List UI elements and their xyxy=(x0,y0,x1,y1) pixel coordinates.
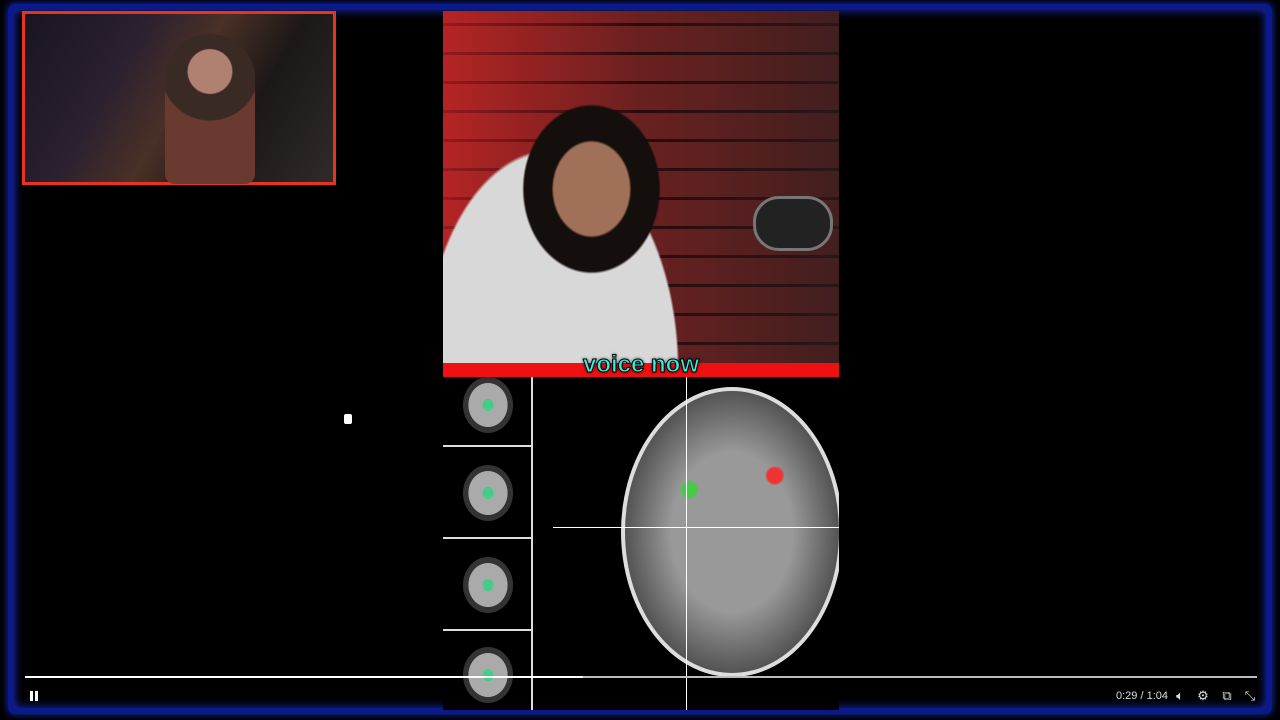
crosshair xyxy=(553,527,839,528)
microphone xyxy=(753,196,833,251)
progress-bar[interactable] xyxy=(25,676,1257,678)
video-top-scene xyxy=(443,11,839,371)
scan-thumbnails xyxy=(443,377,533,710)
subtitle: voice now xyxy=(582,351,700,379)
scan-thumb xyxy=(463,465,513,521)
podcast-guest xyxy=(443,91,713,371)
streamer-figure xyxy=(165,34,255,184)
scan-thumb xyxy=(463,377,513,433)
divider xyxy=(443,537,533,539)
crosshair xyxy=(686,377,687,710)
divider xyxy=(443,445,533,447)
gear-icon[interactable]: ⚙︎ xyxy=(1195,686,1211,706)
volume-icon[interactable]: 🔈︎ xyxy=(1172,686,1188,706)
progress-fill xyxy=(25,676,584,678)
miniplayer-icon[interactable]: ⧉ xyxy=(1219,686,1235,706)
scan-thumb xyxy=(463,557,513,613)
exit-fullscreen-icon[interactable]: ⤡ xyxy=(1242,686,1258,706)
divider xyxy=(443,629,533,631)
video-player[interactable]: voice now xyxy=(443,11,839,710)
current-time: 0:29 xyxy=(1116,690,1138,702)
mouse-cursor xyxy=(344,414,352,424)
brain-image xyxy=(621,387,839,677)
webcam-overlay xyxy=(22,11,336,185)
time-separator: / xyxy=(1137,690,1147,702)
pause-button[interactable] xyxy=(28,686,40,706)
time-display: 0:29 / 1:04 xyxy=(1116,686,1168,706)
scan-thumb xyxy=(463,647,513,703)
brain-scan xyxy=(443,377,839,710)
duration: 1:04 xyxy=(1146,690,1169,702)
